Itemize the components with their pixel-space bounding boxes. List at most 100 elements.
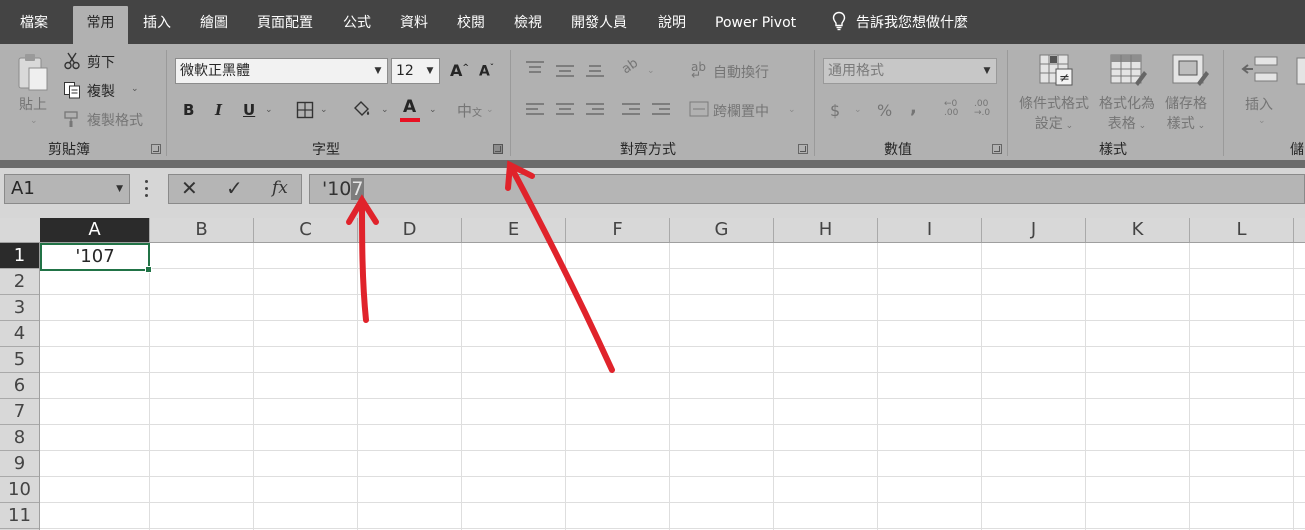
paste-dropdown[interactable]: ⌄	[30, 116, 38, 126]
column-header-g[interactable]: G	[670, 218, 774, 242]
font-name-box[interactable]: 微軟正黑體 ▼	[175, 58, 388, 84]
tab-insert[interactable]: 插入	[143, 0, 171, 44]
cell-grid[interactable]	[40, 243, 1305, 530]
formula-bar-grip-icon[interactable]	[143, 178, 149, 200]
tab-file[interactable]: 檔案	[20, 0, 48, 44]
number-format-box[interactable]: 通用格式 ▼	[823, 58, 997, 84]
font-size-box[interactable]: 12 ▼	[391, 58, 440, 84]
decrease-indent-icon[interactable]	[622, 102, 640, 116]
align-top-icon[interactable]	[526, 60, 544, 74]
paste-label[interactable]: 貼上	[19, 94, 47, 114]
column-header-k[interactable]: K	[1086, 218, 1190, 242]
font-color-dropdown[interactable]: ⌄	[429, 105, 437, 115]
tab-data[interactable]: 資料	[400, 0, 428, 44]
font-color-button[interactable]: A	[403, 97, 416, 117]
currency-button[interactable]: $	[830, 101, 840, 120]
phonetic-dropdown[interactable]: ⌄	[486, 105, 494, 115]
copy-button[interactable]: 複製	[87, 81, 115, 101]
column-header-b[interactable]: B	[150, 218, 254, 242]
comma-button[interactable]: ,	[910, 97, 917, 118]
merge-center-dropdown[interactable]: ⌄	[788, 105, 796, 115]
paste-icon[interactable]	[16, 52, 50, 94]
tab-view[interactable]: 檢視	[514, 0, 542, 44]
fill-color-icon[interactable]	[352, 99, 372, 119]
row-header-4[interactable]: 4	[0, 321, 39, 347]
clipboard-dialog-launcher[interactable]	[151, 144, 161, 154]
tell-me-box[interactable]: 告訴我您想做什麼	[832, 0, 968, 44]
copy-dropdown[interactable]: ⌄	[131, 84, 139, 94]
name-box-dropdown-icon[interactable]: ▼	[116, 175, 123, 203]
row-header-3[interactable]: 3	[0, 295, 39, 321]
column-header-e[interactable]: E	[462, 218, 566, 242]
cancel-entry-icon[interactable]: ✕	[181, 176, 198, 200]
format-painter-button[interactable]: 複製格式	[87, 110, 143, 130]
tab-formulas[interactable]: 公式	[343, 0, 371, 44]
wrap-text-button[interactable]: 自動換行	[713, 62, 769, 82]
row-header-9[interactable]: 9	[0, 451, 39, 477]
column-header-i[interactable]: I	[878, 218, 982, 242]
tab-draw[interactable]: 繪圖	[200, 0, 228, 44]
column-header-h[interactable]: H	[774, 218, 878, 242]
tab-review[interactable]: 校閱	[457, 0, 485, 44]
insert-cells-dropdown[interactable]: ⌄	[1258, 116, 1266, 126]
column-header-l[interactable]: L	[1190, 218, 1294, 242]
row-header-2[interactable]: 2	[0, 269, 39, 295]
enter-check-icon[interactable]: ✓	[226, 176, 243, 200]
active-cell-a1[interactable]: '107	[40, 243, 152, 273]
row-header-1[interactable]: 1	[0, 243, 39, 269]
alignment-dialog-launcher[interactable]	[798, 144, 808, 154]
align-middle-icon[interactable]	[556, 64, 574, 78]
column-header-c[interactable]: C	[254, 218, 358, 242]
align-right-icon[interactable]	[586, 102, 604, 116]
bold-button[interactable]: B	[183, 101, 194, 119]
row-header-11[interactable]: 11	[0, 503, 39, 529]
font-name-dropdown-icon[interactable]: ▼	[369, 59, 387, 83]
underline-button[interactable]: U	[243, 101, 255, 119]
number-format-dropdown-icon[interactable]: ▼	[978, 59, 996, 83]
decrease-decimal-icon[interactable]: .00 →.0	[974, 100, 990, 118]
orientation-icon[interactable]: ab	[619, 56, 641, 78]
italic-button[interactable]: I	[215, 101, 222, 119]
align-left-icon[interactable]	[526, 102, 544, 116]
name-box[interactable]: A1 ▼	[4, 174, 130, 204]
row-header-8[interactable]: 8	[0, 425, 39, 451]
conditional-formatting-button[interactable]: 條件式格式 設定 ⌄	[1019, 94, 1089, 136]
increase-decimal-icon[interactable]: ←0.00	[944, 100, 958, 118]
decrease-font-size-icon[interactable]: Aˇ	[479, 63, 494, 80]
cell-styles-button[interactable]: 儲存格 樣式 ⌄	[1165, 94, 1207, 136]
font-dialog-launcher[interactable]	[493, 144, 503, 154]
underline-dropdown[interactable]: ⌄	[265, 105, 273, 115]
tab-power-pivot[interactable]: Power Pivot	[715, 0, 796, 44]
formula-input[interactable]: '107	[309, 174, 1305, 204]
merge-center-button[interactable]: 跨欄置中	[713, 101, 769, 121]
font-size-dropdown-icon[interactable]: ▼	[421, 59, 439, 83]
orientation-dropdown[interactable]: ⌄	[647, 66, 655, 76]
format-as-table-button[interactable]: 格式化為 表格 ⌄	[1099, 94, 1155, 136]
percent-button[interactable]: %	[877, 101, 892, 120]
currency-dropdown[interactable]: ⌄	[854, 105, 862, 115]
fill-color-dropdown[interactable]: ⌄	[381, 105, 389, 115]
align-center-icon[interactable]	[556, 102, 574, 116]
row-header-5[interactable]: 5	[0, 347, 39, 373]
align-bottom-icon[interactable]	[586, 64, 604, 78]
cut-button[interactable]: 剪下	[87, 52, 115, 72]
tab-developer[interactable]: 開發人員	[571, 0, 627, 44]
number-dialog-launcher[interactable]	[992, 144, 1002, 154]
increase-font-size-icon[interactable]: A^	[450, 61, 469, 80]
column-header-d[interactable]: D	[358, 218, 462, 242]
phonetic-guide-icon[interactable]: 中文	[457, 100, 482, 121]
borders-dropdown[interactable]: ⌄	[320, 105, 328, 115]
row-header-6[interactable]: 6	[0, 373, 39, 399]
insert-cells-button[interactable]: 插入	[1245, 94, 1273, 114]
borders-icon[interactable]	[296, 101, 314, 119]
tab-help[interactable]: 說明	[658, 0, 686, 44]
column-header-j[interactable]: J	[982, 218, 1086, 242]
row-header-7[interactable]: 7	[0, 399, 39, 425]
column-header-a[interactable]: A	[40, 218, 150, 242]
tab-page-layout[interactable]: 頁面配置	[257, 0, 313, 44]
insert-function-icon[interactable]: fx	[272, 178, 288, 198]
increase-indent-icon[interactable]	[652, 102, 670, 116]
row-header-10[interactable]: 10	[0, 477, 39, 503]
column-header-f[interactable]: F	[566, 218, 670, 242]
tab-home[interactable]: 常用	[73, 6, 128, 44]
